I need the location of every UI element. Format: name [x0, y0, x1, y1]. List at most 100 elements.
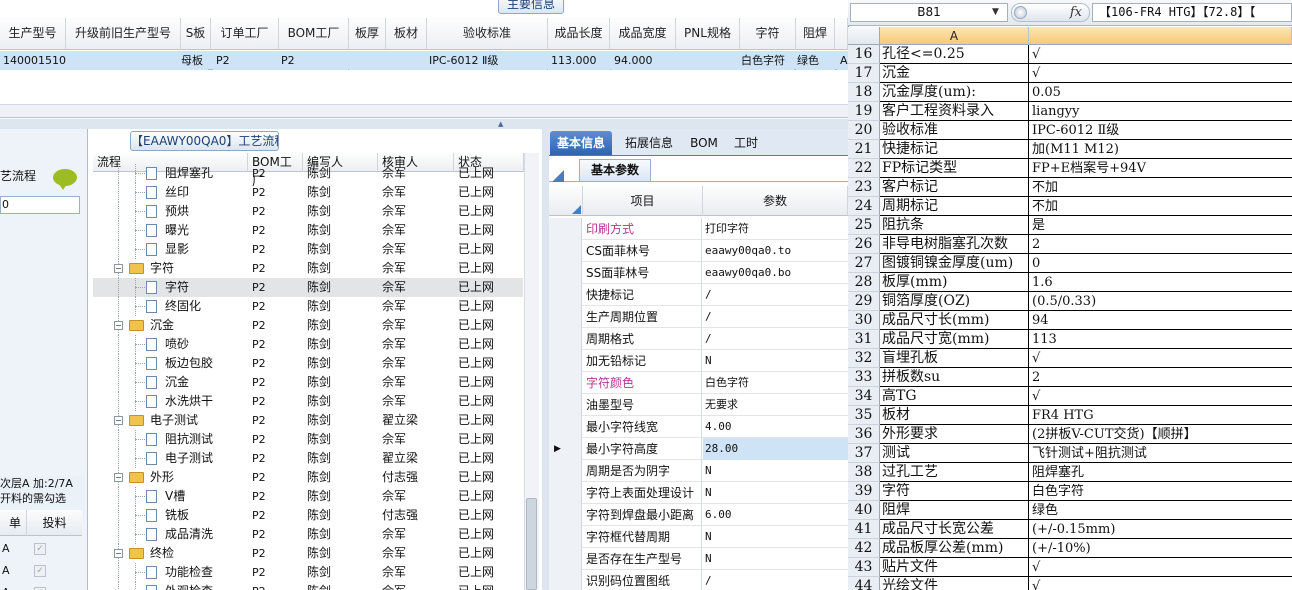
- collapse-toggle-icon[interactable]: −: [114, 416, 123, 425]
- cell-b[interactable]: 飞针测试+阻抗测试: [1029, 444, 1292, 463]
- cell-a[interactable]: 成品尺寸长(mm): [880, 311, 1029, 330]
- main-info-col-4[interactable]: BOM工厂: [279, 18, 349, 50]
- param-value[interactable]: N: [703, 460, 848, 482]
- param-value[interactable]: eaawy00qa0.to: [703, 240, 848, 262]
- main-info-col-2[interactable]: S板: [181, 18, 211, 50]
- cell-b[interactable]: 白色字符: [1029, 482, 1292, 501]
- cell-a[interactable]: 周期标记: [880, 197, 1029, 216]
- row-header[interactable]: 40: [848, 501, 880, 520]
- cell-b[interactable]: √: [1029, 387, 1292, 406]
- tab-basic-info[interactable]: 基本信息: [550, 131, 612, 155]
- cell-a[interactable]: 板厚(mm): [880, 273, 1029, 292]
- cell-b[interactable]: FR4 HTG: [1029, 406, 1292, 425]
- cell-a[interactable]: 成品板厚公差(mm): [880, 539, 1029, 558]
- row-header[interactable]: 30: [848, 311, 880, 330]
- main-info-col-1[interactable]: 升级前旧生产型号: [66, 18, 181, 50]
- cell-b[interactable]: 1.6: [1029, 273, 1292, 292]
- param-value[interactable]: N: [703, 482, 848, 504]
- cell-a[interactable]: 客户标记: [880, 178, 1029, 197]
- cell-b[interactable]: √: [1029, 349, 1292, 368]
- row-header[interactable]: 43: [848, 558, 880, 577]
- cell-a[interactable]: 字符: [880, 482, 1029, 501]
- cell-a[interactable]: 快捷标记: [880, 140, 1029, 159]
- cell-b[interactable]: 0: [1029, 254, 1292, 273]
- row-header[interactable]: 20: [848, 121, 880, 140]
- row-header[interactable]: 38: [848, 463, 880, 482]
- cell-b[interactable]: FP+E档案号+94V: [1029, 159, 1292, 178]
- cell-a[interactable]: 成品尺寸宽(mm): [880, 330, 1029, 349]
- cell-a[interactable]: 测试: [880, 444, 1029, 463]
- cell-a[interactable]: 非导电树脂塞孔次数: [880, 235, 1029, 254]
- tree-scroll-thumb[interactable]: [526, 498, 537, 590]
- row-header[interactable]: 27: [848, 254, 880, 273]
- cell-a[interactable]: 过孔工艺: [880, 463, 1029, 482]
- row-header[interactable]: 37: [848, 444, 880, 463]
- cell-b[interactable]: 2: [1029, 235, 1292, 254]
- row-header[interactable]: 33: [848, 368, 880, 387]
- left-panel-field[interactable]: 0: [0, 196, 80, 214]
- main-info-col-12[interactable]: 阻焊: [796, 18, 835, 50]
- row-header[interactable]: 41: [848, 520, 880, 539]
- param-value[interactable]: /: [703, 570, 848, 590]
- cell-b[interactable]: (+/-0.15mm): [1029, 520, 1292, 539]
- param-value[interactable]: /: [703, 328, 848, 350]
- tab-extended-info[interactable]: 拓展信息: [618, 131, 680, 155]
- formula-input[interactable]: 【106-FR4 HTG】【72.8】【: [1092, 3, 1292, 22]
- cell-a[interactable]: 图镀铜镍金厚度(um): [880, 254, 1029, 273]
- row-header[interactable]: 16: [848, 45, 880, 64]
- collapse-toggle-icon[interactable]: −: [114, 264, 123, 273]
- chevron-down-icon[interactable]: ▼: [992, 6, 1004, 18]
- collapse-toggle-icon[interactable]: −: [114, 321, 123, 330]
- cell-a[interactable]: 成品尺寸长宽公差: [880, 520, 1029, 539]
- main-info-hscrollbar[interactable]: [0, 104, 848, 117]
- collapse-arrow-icon[interactable]: ▲: [498, 121, 508, 128]
- param-value[interactable]: N: [703, 548, 848, 570]
- cell-b[interactable]: √: [1029, 64, 1292, 83]
- feed-checkbox[interactable]: ✓: [34, 543, 46, 555]
- cell-a[interactable]: 验收标准: [880, 121, 1029, 140]
- cell-a[interactable]: 板材: [880, 406, 1029, 425]
- info-col-item[interactable]: 项目: [583, 186, 703, 216]
- cell-b[interactable]: IPC-6012 Ⅱ级: [1029, 121, 1292, 140]
- row-header[interactable]: 28: [848, 273, 880, 292]
- cell-b[interactable]: 是: [1029, 216, 1292, 235]
- main-info-col-9[interactable]: 成品宽度: [610, 18, 676, 50]
- row-header[interactable]: 34: [848, 387, 880, 406]
- cell-b[interactable]: 113: [1029, 330, 1292, 349]
- cell-a[interactable]: 阻抗条: [880, 216, 1029, 235]
- horizontal-splitter[interactable]: [0, 119, 848, 129]
- param-value[interactable]: 4.00: [703, 416, 848, 438]
- cell-b[interactable]: 阻焊塞孔: [1029, 463, 1292, 482]
- name-box[interactable]: B81: [850, 3, 1008, 22]
- main-info-col-8[interactable]: 成品长度: [548, 18, 610, 50]
- cell-b[interactable]: (2拼板V-CUT交货)【顺拼】: [1029, 425, 1292, 444]
- row-header[interactable]: 19: [848, 102, 880, 121]
- cell-a[interactable]: 贴片文件: [880, 558, 1029, 577]
- left-col-feed[interactable]: 投料: [26, 510, 82, 536]
- param-value[interactable]: 打印字符: [703, 218, 848, 240]
- param-value[interactable]: 无要求: [703, 394, 848, 416]
- main-info-col-11[interactable]: 字符: [740, 18, 796, 50]
- cell-a[interactable]: 阻焊: [880, 501, 1029, 520]
- row-header[interactable]: 25: [848, 216, 880, 235]
- row-header[interactable]: 44: [848, 577, 880, 590]
- cell-a[interactable]: 沉金厚度(um):: [880, 83, 1029, 102]
- row-header[interactable]: 22: [848, 159, 880, 178]
- param-value[interactable]: N: [703, 526, 848, 548]
- param-value[interactable]: 28.00: [703, 438, 848, 460]
- cell-b[interactable]: 绿色: [1029, 501, 1292, 520]
- param-value[interactable]: N: [703, 350, 848, 372]
- main-info-col-0[interactable]: 生产型号: [0, 18, 66, 50]
- row-header[interactable]: 17: [848, 64, 880, 83]
- row-header[interactable]: 39: [848, 482, 880, 501]
- tab-bom[interactable]: BOM: [684, 131, 724, 155]
- cell-b[interactable]: 2: [1029, 368, 1292, 387]
- cell-b[interactable]: 0.05: [1029, 83, 1292, 102]
- cell-a[interactable]: 高TG: [880, 387, 1029, 406]
- row-header[interactable]: 35: [848, 406, 880, 425]
- cell-b[interactable]: 不加: [1029, 178, 1292, 197]
- main-info-col-10[interactable]: PNL规格: [676, 18, 740, 50]
- column-header-b[interactable]: [1029, 27, 1292, 45]
- cell-a[interactable]: 沉金: [880, 64, 1029, 83]
- row-header[interactable]: 29: [848, 292, 880, 311]
